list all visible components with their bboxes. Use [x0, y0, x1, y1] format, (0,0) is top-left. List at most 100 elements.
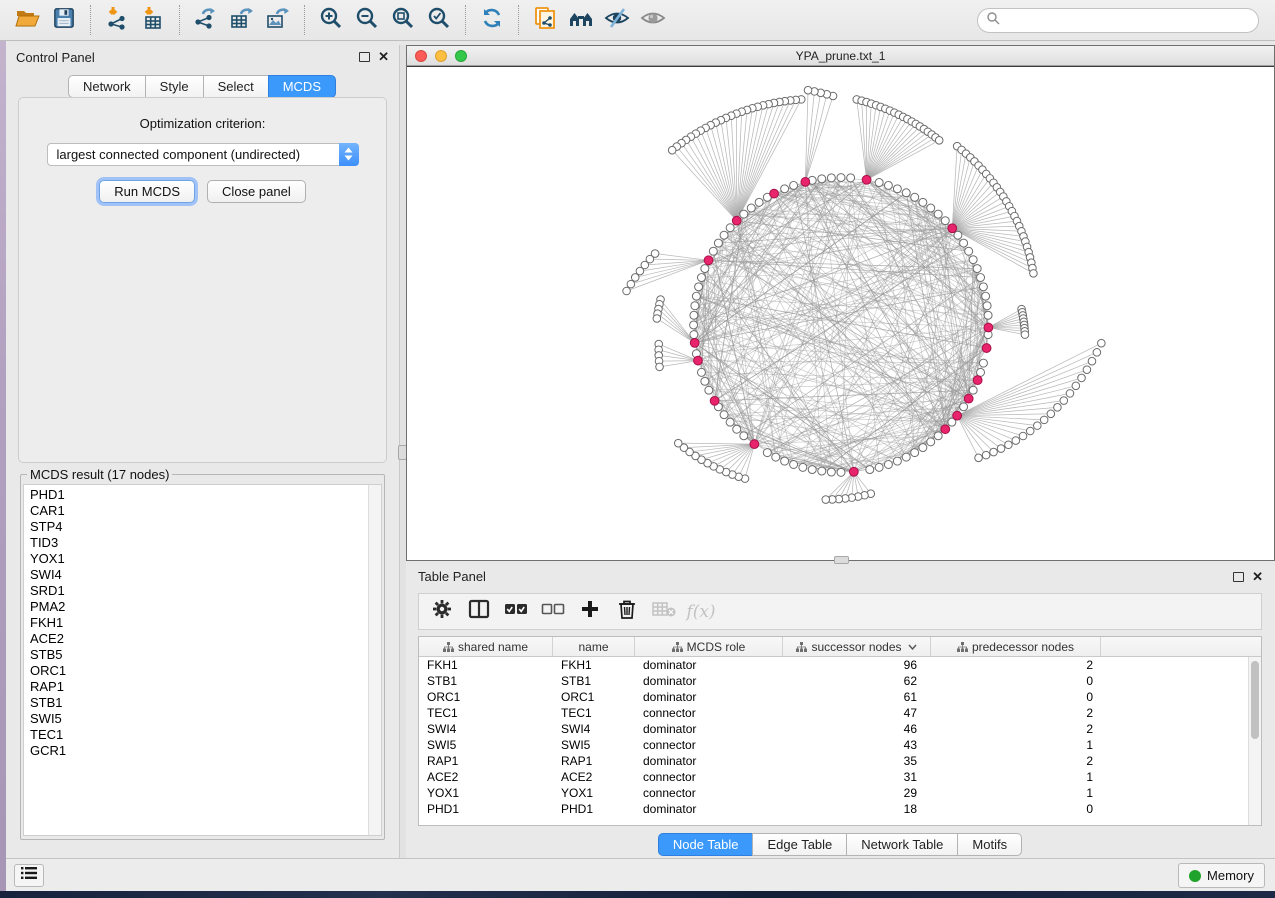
show-columns-button[interactable] [464, 597, 494, 627]
mcds-result-group: MCDS result (17 nodes) PHD1CAR1STP4TID3Y… [20, 467, 385, 840]
float-panel-icon[interactable] [1233, 572, 1244, 582]
export-image-button[interactable] [260, 3, 296, 37]
duplicate-network-button[interactable] [527, 3, 563, 37]
mcds-result-item[interactable]: TID3 [30, 535, 381, 551]
control-panel-header: Control Panel ✕ [6, 45, 399, 69]
show-task-history-button[interactable] [14, 864, 44, 887]
mcds-result-item[interactable]: PMA2 [30, 599, 381, 615]
zoom-selected-button[interactable] [421, 3, 457, 37]
table-row[interactable]: YOX1YOX1connector291 [419, 785, 1248, 801]
cell-shared-name: SWI5 [419, 737, 553, 753]
mcds-list-scrollbar[interactable] [368, 485, 381, 835]
delete-column-button[interactable] [612, 597, 642, 627]
import-network-button[interactable] [99, 3, 135, 37]
import-table-button[interactable] [135, 3, 171, 37]
mcds-result-item[interactable]: ACE2 [30, 631, 381, 647]
table-row[interactable]: ACE2ACE2connector311 [419, 769, 1248, 785]
deselect-all-button[interactable] [538, 597, 568, 627]
network-canvas[interactable] [407, 66, 1274, 560]
gear-icon [432, 599, 452, 624]
status-bar: Memory [6, 858, 1275, 891]
select-all-button[interactable] [501, 597, 531, 627]
tab-network-table[interactable]: Network Table [846, 833, 958, 856]
save-session-button[interactable] [46, 3, 82, 37]
tab-node-table[interactable]: Node Table [658, 833, 754, 856]
table-row[interactable]: STB1STB1dominator620 [419, 673, 1248, 689]
run-mcds-button[interactable]: Run MCDS [99, 180, 195, 203]
cell-name: PHD1 [553, 801, 635, 817]
zoom-out-button[interactable] [349, 3, 385, 37]
cell-successor-nodes: 47 [783, 705, 931, 721]
zoom-selected-icon [427, 6, 451, 35]
close-panel-button[interactable]: Close panel [207, 180, 306, 203]
column-header-name[interactable]: name [553, 637, 635, 656]
show-all-button[interactable] [635, 3, 671, 37]
mcds-result-item[interactable]: STB1 [30, 695, 381, 711]
mcds-result-item[interactable]: SWI4 [30, 567, 381, 583]
mcds-result-item[interactable]: RAP1 [30, 679, 381, 695]
cell-shared-name: ACE2 [419, 769, 553, 785]
horizontal-splitter-grip[interactable] [834, 556, 849, 564]
control-panel-tabs: NetworkStyleSelectMCDS [6, 75, 399, 98]
tab-motifs[interactable]: Motifs [957, 833, 1022, 856]
mcds-result-item[interactable]: SWI5 [30, 711, 381, 727]
optimization-criterion-select[interactable]: largest connected component (undirected) [47, 143, 359, 166]
column-header-successor-nodes[interactable]: successor nodes [783, 637, 931, 656]
tab-network[interactable]: Network [68, 75, 146, 98]
open-session-button[interactable] [10, 3, 46, 37]
tab-edge-table[interactable]: Edge Table [752, 833, 847, 856]
table-row[interactable]: SWI4SWI4dominator462 [419, 721, 1248, 737]
cell-successor-nodes: 35 [783, 753, 931, 769]
table-row[interactable]: RAP1RAP1dominator352 [419, 753, 1248, 769]
table-row[interactable]: PHD1PHD1dominator180 [419, 801, 1248, 817]
mcds-result-item[interactable]: TEC1 [30, 727, 381, 743]
first-neighbors-button[interactable] [563, 3, 599, 37]
close-panel-icon[interactable]: ✕ [378, 52, 389, 62]
mcds-result-item[interactable]: ORC1 [30, 663, 381, 679]
export-network-button[interactable] [188, 3, 224, 37]
column-header-mcds-role[interactable]: MCDS role [635, 637, 783, 656]
mcds-result-item[interactable]: STP4 [30, 519, 381, 535]
network-view-window: YPA_prune.txt_1 [406, 45, 1275, 561]
table-row[interactable]: SWI5SWI5connector431 [419, 737, 1248, 753]
add-column-button[interactable] [575, 597, 605, 627]
tab-mcds[interactable]: MCDS [268, 75, 336, 98]
node-table: shared namenameMCDS rolesuccessor nodesp… [418, 636, 1262, 826]
search-input[interactable] [1000, 13, 1250, 27]
close-panel-icon[interactable]: ✕ [1252, 572, 1263, 582]
zoom-fit-icon [391, 6, 415, 35]
zoom-in-button[interactable] [313, 3, 349, 37]
main-toolbar [0, 0, 1275, 41]
column-header-predecessor-nodes[interactable]: predecessor nodes [931, 637, 1101, 656]
mcds-result-item[interactable]: CAR1 [30, 503, 381, 519]
zoom-in-icon [319, 6, 343, 35]
hide-selected-button[interactable] [599, 3, 635, 37]
export-table-icon-button[interactable] [224, 3, 260, 37]
scrollbar-thumb[interactable] [1251, 661, 1259, 739]
table-row[interactable]: FKH1FKH1dominator962 [419, 657, 1248, 673]
tab-style[interactable]: Style [145, 75, 204, 98]
cell-predecessor-nodes: 2 [931, 753, 1101, 769]
mcds-result-list[interactable]: PHD1CAR1STP4TID3YOX1SWI4SRD1PMA2FKH1ACE2… [23, 484, 382, 836]
mcds-result-item[interactable]: STB5 [30, 647, 381, 663]
cell-name: YOX1 [553, 785, 635, 801]
mcds-result-item[interactable]: FKH1 [30, 615, 381, 631]
zoom-fit-button[interactable] [385, 3, 421, 37]
tab-select[interactable]: Select [203, 75, 269, 98]
table-settings-button[interactable] [427, 597, 457, 627]
mcds-result-item[interactable]: YOX1 [30, 551, 381, 567]
mcds-result-item[interactable]: SRD1 [30, 583, 381, 599]
refresh-button[interactable] [474, 3, 510, 37]
mcds-result-item[interactable]: GCR1 [30, 743, 381, 759]
search-icon [986, 11, 1000, 30]
column-header-shared-name[interactable]: shared name [419, 637, 553, 656]
mcds-result-item[interactable]: PHD1 [30, 487, 381, 503]
network-graph[interactable] [407, 67, 1274, 560]
float-panel-icon[interactable] [359, 52, 370, 62]
duplicate-network-icon [533, 6, 557, 35]
table-scrollbar[interactable] [1248, 657, 1261, 825]
memory-button[interactable]: Memory [1178, 863, 1265, 888]
table-row[interactable]: TEC1TEC1connector472 [419, 705, 1248, 721]
table-row[interactable]: ORC1ORC1dominator610 [419, 689, 1248, 705]
cell-predecessor-nodes: 2 [931, 721, 1101, 737]
